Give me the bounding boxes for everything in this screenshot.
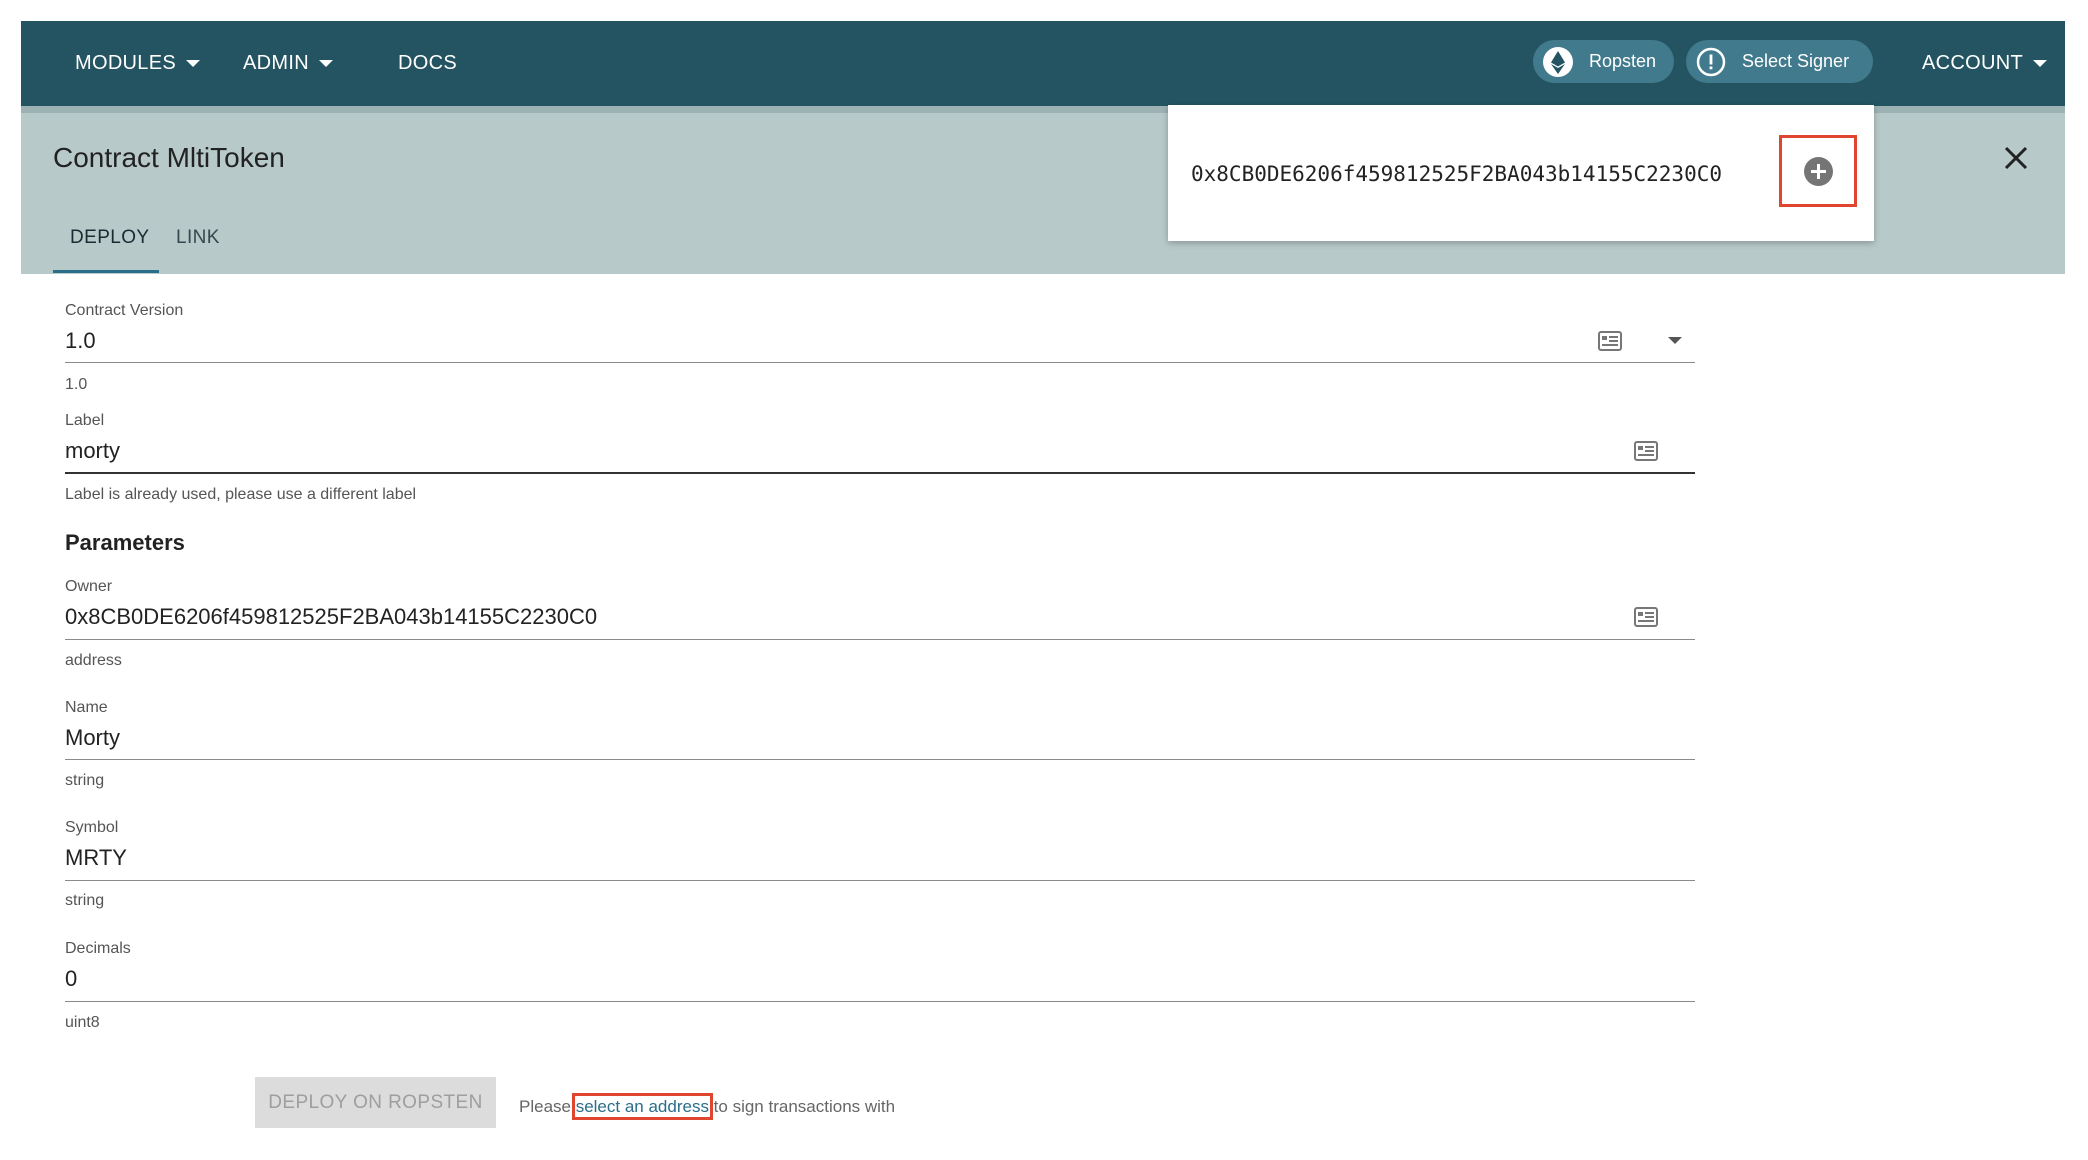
address-card-icon[interactable]: [1634, 607, 1658, 627]
symbol-underline: [65, 880, 1695, 881]
docs-label: DOCS: [398, 52, 457, 74]
contract-version-select[interactable]: 1.0: [65, 328, 96, 354]
top-navbar: MODULES ADMIN DOCS Ropsten Select Signer…: [21, 21, 2065, 106]
signer-popover: 0x8CB0DE6206f459812525F2BA043b14155C2230…: [1168, 105, 1874, 241]
chevron-down-icon: [2033, 60, 2047, 68]
select-address-link[interactable]: select an address: [571, 1093, 713, 1120]
plus-circle-icon: [1804, 157, 1833, 186]
label-underline: [65, 472, 1695, 474]
contract-version-underline: [65, 362, 1695, 363]
active-tab-indicator: [53, 270, 159, 273]
symbol-helper: string: [65, 892, 105, 909]
signer-hint: Please select an address to sign transac…: [519, 1093, 896, 1120]
account-label: ACCOUNT: [1922, 52, 2023, 74]
name-label: Name: [65, 699, 108, 716]
docs-link[interactable]: DOCS: [398, 21, 457, 106]
address-card-icon[interactable]: [1598, 331, 1622, 351]
network-label: Ropsten: [1589, 51, 1657, 71]
account-menu[interactable]: ACCOUNT: [1922, 21, 2047, 106]
signer-hint-suffix: to sign transactions with: [708, 1097, 896, 1116]
contract-version-helper: 1.0: [65, 376, 88, 393]
decimals-helper: uint8: [65, 1014, 100, 1031]
network-selector[interactable]: Ropsten: [1533, 40, 1674, 83]
signer-hint-prefix: Please: [519, 1097, 576, 1116]
decimals-label: Decimals: [65, 940, 131, 957]
modules-menu[interactable]: MODULES: [75, 21, 201, 106]
close-icon[interactable]: [2002, 144, 2030, 172]
owner-label: Owner: [65, 578, 113, 595]
chevron-down-icon[interactable]: [1668, 337, 1682, 344]
select-signer-label: Select Signer: [1742, 51, 1850, 71]
signer-address[interactable]: 0x8CB0DE6206f459812525F2BA043b14155C2230…: [1191, 162, 1722, 186]
tab-deploy[interactable]: DEPLOY: [70, 227, 150, 249]
select-signer-button[interactable]: Select Signer: [1686, 40, 1873, 83]
label-field-label: Label: [65, 412, 105, 429]
tab-link[interactable]: LINK: [176, 227, 220, 249]
decimals-underline: [65, 1001, 1695, 1002]
owner-input[interactable]: 0x8CB0DE6206f459812525F2BA043b14155C2230…: [65, 604, 597, 630]
symbol-input[interactable]: MRTY: [65, 845, 127, 871]
page-title: Contract MltiToken: [53, 142, 285, 173]
owner-underline: [65, 639, 1695, 640]
parameters-heading: Parameters: [65, 530, 185, 555]
label-helper: Label is already used, please use a diff…: [65, 486, 417, 503]
modules-label: MODULES: [75, 52, 177, 74]
admin-label: ADMIN: [243, 52, 309, 74]
chevron-down-icon: [318, 60, 333, 68]
chevron-down-icon: [186, 60, 201, 68]
deploy-button[interactable]: DEPLOY ON ROPSTEN: [255, 1077, 496, 1128]
alert-circle-icon: [1696, 47, 1726, 77]
add-signer-button[interactable]: [1779, 135, 1857, 207]
owner-helper: address: [65, 652, 122, 669]
name-underline: [65, 759, 1695, 760]
ethereum-icon: [1543, 47, 1573, 77]
address-card-icon[interactable]: [1634, 441, 1658, 461]
label-input[interactable]: morty: [65, 438, 120, 464]
decimals-input[interactable]: 0: [65, 966, 77, 992]
admin-menu[interactable]: ADMIN: [243, 21, 333, 106]
symbol-label: Symbol: [65, 819, 119, 836]
name-input[interactable]: Morty: [65, 725, 120, 751]
contract-version-label: Contract Version: [65, 302, 184, 319]
name-helper: string: [65, 772, 105, 789]
